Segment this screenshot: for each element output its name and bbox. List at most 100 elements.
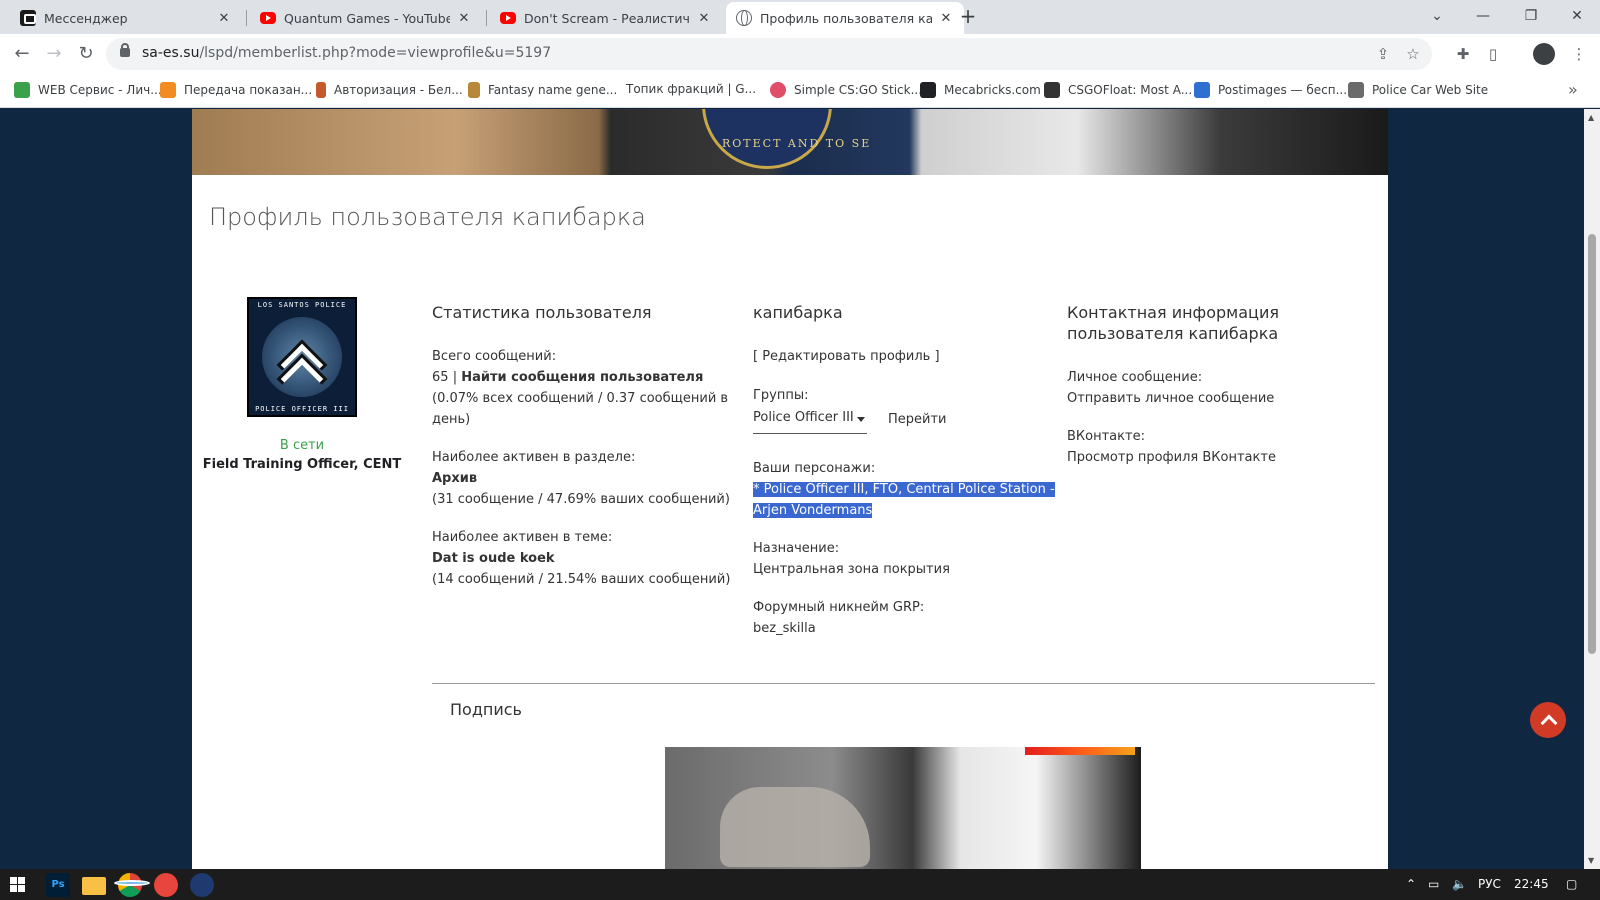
start-tile — [18, 885, 25, 892]
bookmark-label: Авторизация - Бел... — [334, 83, 463, 97]
tab-title: Quantum Games - YouTube — [284, 10, 450, 26]
active-topic-label: Наиболее активен в теме: — [432, 530, 613, 545]
vk-profile-link[interactable]: Просмотр профиля ВКонтакте — [1067, 447, 1276, 468]
bookmark-label: WEB Сервис - Лич... — [38, 83, 162, 97]
window-close-icon[interactable]: ✕ — [1554, 4, 1600, 28]
browser-toolbar: ← → ↻ sa-es.su/lspd/memberlist.php?mode=… — [0, 34, 1600, 74]
page-title: Профиль пользователя капибарка — [209, 203, 646, 231]
clock[interactable]: 22:45 — [1514, 877, 1549, 891]
windows-start-icon[interactable] — [10, 877, 26, 893]
bookmark-item[interactable]: Police Car Web Site — [1348, 82, 1488, 98]
page-scrollbar[interactable]: ▲ ▼ — [1584, 109, 1600, 869]
bookmark-item[interactable]: Авторизация - Бел... — [316, 82, 463, 98]
menu-kebab-icon[interactable]: ⋮ — [1566, 41, 1592, 67]
bookmark-item[interactable]: Mecabricks.com — [920, 82, 1041, 98]
media-player-icon[interactable] — [190, 873, 214, 897]
bookmark-item[interactable]: Simple CS:GO Stick... — [770, 82, 922, 98]
scroll-thumb[interactable] — [1588, 234, 1596, 654]
contact-column: Контактная информация пользователя капиб… — [1067, 302, 1367, 465]
bookmark-star-icon[interactable]: ☆ — [1402, 43, 1424, 65]
network-icon[interactable]: ▭ — [1428, 877, 1439, 891]
bookmark-item[interactable]: Fantasy name gene... — [468, 82, 617, 98]
minimize-icon[interactable]: — — [1460, 4, 1506, 28]
nickname-value: bez_skilla — [753, 621, 816, 636]
bookmark-item[interactable]: WEB Сервис - Лич... — [14, 82, 162, 98]
tray-chevron-icon[interactable]: ⌃ — [1406, 877, 1416, 891]
file-explorer-icon[interactable] — [82, 877, 106, 895]
characters-line-2: Arjen Vondermans — [753, 503, 873, 518]
bookmark-item[interactable]: Топик фракций | G... — [626, 82, 756, 96]
avatar-top-text: LOS SANTOS POLICE — [257, 301, 347, 309]
bookmark-item[interactable]: Передача показан... — [160, 82, 312, 98]
notifications-icon[interactable]: ▢ — [1566, 877, 1577, 891]
seal-motto: ROTECT AND TO SE — [722, 137, 872, 150]
chrome-profile-icon[interactable] — [154, 873, 178, 897]
share-icon[interactable]: ⇪ — [1372, 43, 1394, 65]
tab-profile-active[interactable]: Профиль пользователя капиба ✕ — [726, 2, 964, 34]
groups-select[interactable]: Police Officer III — [753, 406, 867, 434]
start-tile — [10, 877, 17, 884]
new-tab-plus-icon[interactable]: + — [956, 5, 980, 29]
assignment-value: Центральная зона покрытия — [753, 562, 950, 577]
side-panel-icon[interactable]: ▯ — [1480, 41, 1506, 67]
tab-messenger[interactable]: Мессенджер ✕ — [10, 2, 242, 34]
address-bar[interactable]: sa-es.su/lspd/memberlist.php?mode=viewpr… — [106, 38, 1432, 70]
close-icon[interactable]: ✕ — [938, 11, 954, 26]
bookmark-label: Police Car Web Site — [1372, 83, 1489, 97]
reload-icon[interactable]: ↻ — [72, 40, 100, 68]
globe-icon — [736, 10, 752, 26]
section-divider — [432, 683, 1375, 684]
tab-quantum-games[interactable]: Quantum Games - YouTube ✕ — [250, 2, 482, 34]
language-indicator[interactable]: РУС — [1478, 877, 1501, 891]
active-topic-link[interactable]: Dat is oude koek — [432, 548, 555, 569]
stats-heading: Статистика пользователя — [432, 303, 652, 322]
nickname-label: Форумный никнейм GRP: — [753, 600, 925, 615]
lock-icon[interactable] — [120, 43, 130, 57]
bookmark-label: CSGOFloat: Most A... — [1068, 83, 1193, 97]
bookmark-item[interactable]: CSGOFloat: Most A... — [1044, 82, 1192, 98]
youtube-icon — [260, 12, 276, 24]
forward-arrow-icon[interactable]: → — [40, 40, 68, 68]
tab-search-chevron-icon[interactable]: ⌄ — [1414, 4, 1460, 28]
bookmark-item[interactable]: Postimages — бесп... — [1194, 82, 1347, 98]
bookmark-label: Mecabricks.com — [944, 83, 1041, 97]
scroll-down-arrow-icon[interactable]: ▼ — [1588, 856, 1594, 865]
photoshop-icon[interactable]: Ps — [46, 873, 70, 897]
active-forum-label: Наиболее активен в разделе: — [432, 450, 636, 465]
bookmark-favicon-icon — [770, 82, 786, 98]
chrome-icon[interactable] — [114, 873, 150, 897]
edit-profile-link[interactable]: [ Редактировать профиль ] — [753, 346, 940, 367]
bookmarks-overflow-icon[interactable]: » — [1568, 80, 1578, 99]
profile-column: капибарка [ Редактировать профиль ] Груп… — [753, 302, 1055, 636]
tab-dont-scream[interactable]: Don't Scream - Реалистичный П ✕ — [490, 2, 722, 34]
extensions-puzzle-icon[interactable]: ✚ — [1450, 41, 1476, 67]
url-text[interactable]: sa-es.su/lspd/memberlist.php?mode=viewpr… — [142, 45, 551, 61]
go-button[interactable]: Перейти — [888, 409, 947, 430]
volume-icon[interactable]: 🔈 — [1452, 877, 1467, 891]
assignment-label: Назначение: — [753, 541, 840, 556]
find-posts-link[interactable]: Найти сообщения пользователя — [461, 370, 703, 385]
back-arrow-icon[interactable]: ← — [8, 40, 36, 68]
scroll-up-arrow-icon[interactable]: ▲ — [1588, 113, 1594, 122]
close-icon[interactable]: ✕ — [456, 11, 472, 26]
active-forum-stats: (31 сообщение / 47.69% ваших сообщений) — [432, 492, 730, 507]
profile-username-heading: капибарка — [753, 303, 843, 322]
bookmark-favicon-icon — [316, 82, 326, 98]
messenger-icon — [20, 10, 36, 26]
send-pm-link[interactable]: Отправить личное сообщение — [1067, 388, 1274, 409]
header-banner: ROTECT AND TO SE — [192, 109, 1388, 175]
signature-image — [665, 747, 1141, 869]
profile-avatar[interactable] — [1533, 43, 1555, 65]
scroll-to-top-button[interactable] — [1530, 702, 1566, 738]
avatar-bottom-text: POLICE OFFICER III — [255, 405, 349, 413]
tab-title: Профиль пользователя капиба — [760, 10, 932, 26]
characters-label: Ваши персонажи: — [753, 461, 876, 476]
active-topic-stats: (14 сообщений / 21.54% ваших сообщений) — [432, 572, 731, 587]
page-viewport: ROTECT AND TO SE Профиль пользователя ка… — [0, 109, 1584, 869]
restore-icon[interactable]: ❐ — [1508, 4, 1554, 28]
badge-emblem-icon — [262, 317, 342, 405]
graffiti-wall — [720, 787, 870, 867]
close-icon[interactable]: ✕ — [216, 11, 232, 26]
active-forum-link[interactable]: Архив — [432, 468, 477, 489]
close-icon[interactable]: ✕ — [696, 11, 712, 26]
